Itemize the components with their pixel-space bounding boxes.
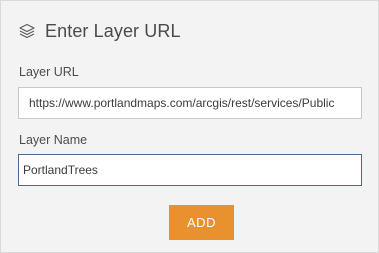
layers-icon [18, 22, 36, 40]
add-button[interactable]: ADD [169, 205, 234, 240]
layer-name-label: Layer Name [19, 133, 88, 147]
layer-url-input[interactable] [18, 87, 362, 119]
layer-name-input[interactable] [18, 154, 362, 186]
enter-layer-url-panel: Enter Layer URL Layer URL Layer Name ADD [0, 0, 379, 253]
layer-url-label: Layer URL [19, 65, 79, 79]
panel-header: Enter Layer URL [18, 18, 181, 44]
panel-title: Enter Layer URL [45, 20, 181, 41]
